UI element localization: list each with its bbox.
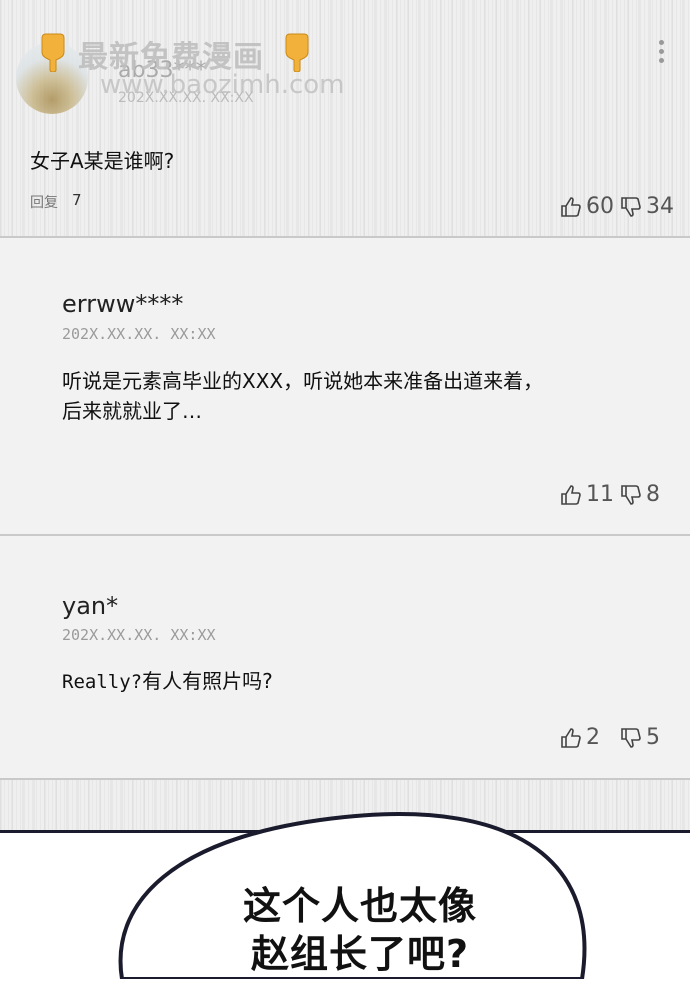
comment-3-text-latin: Really?	[62, 671, 143, 693]
like-count: 11	[586, 482, 614, 507]
comment-2-line-2: 后来就就业了…	[62, 399, 202, 423]
divider	[0, 778, 690, 780]
comment-2-votes: 11 8	[560, 482, 666, 507]
thumbs-down-icon[interactable]	[620, 484, 642, 506]
pointing-hand-icon	[285, 33, 309, 72]
thumbs-up-icon[interactable]	[560, 727, 582, 749]
like-count: 2	[586, 725, 600, 750]
thumbs-down-icon[interactable]	[620, 196, 642, 218]
like-count: 60	[586, 194, 614, 219]
thumbs-down-icon[interactable]	[620, 727, 642, 749]
comment-2-text: 听说是元素高毕业的XXX，听说她本来准备出道来着， 后来就就业了…	[62, 366, 662, 426]
pointing-hand-icon	[41, 33, 65, 72]
speech-line-2: 赵组长了吧?	[250, 932, 470, 976]
comment-2-line-1: 听说是元素高毕业的XXX，听说她本来准备出道来着，	[62, 369, 544, 393]
dislike-count: 34	[646, 194, 674, 219]
comment-3-date: 202X.XX.XX. XX:XX	[62, 626, 216, 644]
comment-3-username: yan*	[62, 592, 119, 620]
comment-1-text: 女子A某是谁啊?	[30, 149, 175, 173]
reply-count: 7	[72, 191, 82, 209]
comment-3-votes: 2 5	[560, 725, 666, 750]
comment-2-date: 202X.XX.XX. XX:XX	[62, 325, 216, 343]
more-vertical-icon[interactable]	[657, 40, 667, 67]
comment-1-votes: 60 34	[560, 194, 680, 219]
dislike-count: 8	[646, 482, 660, 507]
speech-bubble-text: 这个人也太像 赵组长了吧?	[200, 882, 520, 978]
watermark-url: www.baozimh.com	[100, 70, 345, 100]
speech-line-1: 这个人也太像	[242, 884, 477, 928]
thumbs-up-icon[interactable]	[560, 196, 582, 218]
reply-label[interactable]: 回复	[30, 192, 58, 212]
comment-3-text-rest: 有人有照片吗?	[142, 669, 273, 693]
thumbs-up-icon[interactable]	[560, 484, 582, 506]
watermark: 最新免费漫画 www.baozimh.com	[40, 30, 345, 100]
comment-2-username: errww****	[62, 290, 184, 318]
dislike-count: 5	[646, 725, 660, 750]
comment-3-text: Really?有人有照片吗?	[62, 666, 662, 697]
